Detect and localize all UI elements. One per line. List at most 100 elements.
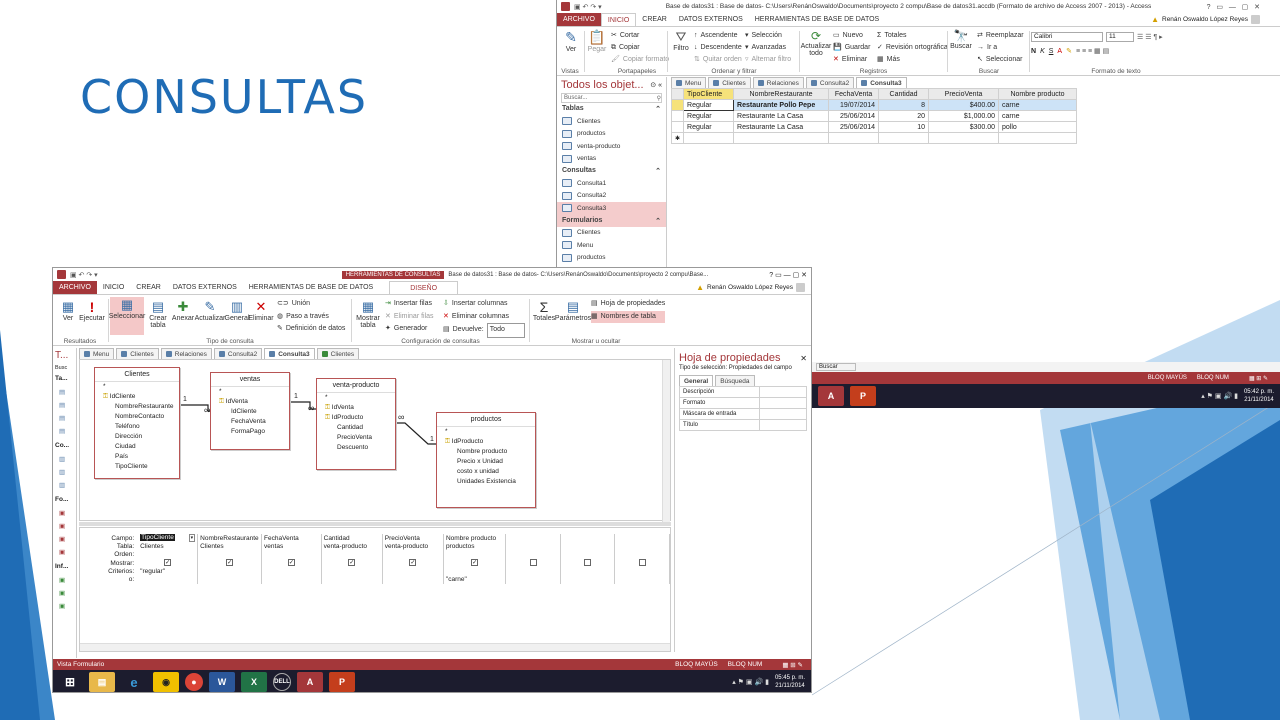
size-select[interactable]: 11	[1106, 32, 1134, 42]
font-select[interactable]: Calibri	[1031, 32, 1103, 42]
field-item[interactable]: Cantidad	[317, 423, 395, 433]
qbe-field-cell[interactable]	[505, 534, 561, 543]
table-box-ventas[interactable]: ventas * ⚿ IdVenta IdCliente FechaVenta …	[210, 372, 290, 450]
show-checkbox[interactable]: ✓	[409, 559, 417, 567]
field-item[interactable]: País	[95, 452, 179, 462]
nav-item-consulta1[interactable]: Consulta1	[557, 177, 666, 190]
field-item[interactable]: *	[437, 427, 535, 437]
field-item[interactable]: NombreRestaurante	[95, 402, 179, 412]
show-checkbox[interactable]: ✓	[226, 559, 234, 567]
doc-tab-relaciones[interactable]: Relaciones	[160, 348, 212, 359]
nav-section-formularios[interactable]: Fo...	[53, 494, 76, 505]
window-controls[interactable]: ? ▭ — ▢ ✕	[769, 271, 807, 279]
nav-item-ventas[interactable]: ventas	[557, 153, 666, 166]
tab-inicio[interactable]: INICIO	[600, 13, 637, 26]
nav-item-consulta2[interactable]: Consulta2	[557, 190, 666, 203]
reemplazar-button[interactable]: ⇄ Reemplazar	[977, 30, 1024, 42]
buscar-button[interactable]: 🔭 Buscar	[949, 29, 973, 50]
property-row[interactable]: Descripción	[679, 386, 807, 398]
filtro-button[interactable]: ⛛ Filtro	[670, 29, 692, 52]
chrome-icon[interactable]: ●	[185, 673, 203, 691]
nav-title[interactable]: T...	[53, 348, 76, 363]
qbe-table-cell[interactable]: ventas	[261, 542, 322, 551]
windows-start-icon[interactable]: ⊞	[57, 672, 83, 692]
field-item-key[interactable]: ⚿ IdCliente	[95, 392, 179, 402]
field-item[interactable]: *	[317, 393, 395, 403]
insertar-columnas-button[interactable]: ⇩ Insertar columnas	[443, 298, 525, 311]
nav-item-form-productos[interactable]: productos	[557, 252, 666, 265]
nav-item-productos[interactable]: productos	[557, 128, 666, 141]
field-item[interactable]: Precio x Unidad	[437, 457, 535, 467]
anexar-button[interactable]: ✚ Anexar	[171, 299, 195, 322]
definicion-button[interactable]: ✎ Definición de datos	[277, 323, 345, 336]
qbe-table-cell[interactable]: Clientes	[138, 542, 199, 551]
insertar-filas-button[interactable]: ⇥ Insertar filas	[385, 298, 434, 311]
field-item[interactable]: FormaPago	[211, 427, 289, 437]
qbe-table-cell[interactable]: Clientes	[197, 542, 263, 551]
general-button[interactable]: ▥ General	[225, 299, 250, 322]
actualizar-todo-button[interactable]: ⟳ Actualizar todo	[801, 29, 832, 57]
ejecutar-button[interactable]: ! Ejecutar	[79, 299, 105, 322]
tab-datos-externos[interactable]: DATOS EXTERNOS	[673, 13, 749, 26]
table-box-venta-producto[interactable]: venta-producto * ⚿ IdVenta ⚿ IdProducto …	[316, 378, 396, 470]
norton-icon[interactable]: ◉	[153, 672, 179, 692]
field-item[interactable]: Nombre producto	[437, 447, 535, 457]
nav-item-clientes[interactable]: Clientes	[557, 115, 666, 128]
eliminar-button[interactable]: ✕ Eliminar	[833, 54, 870, 66]
parametros-button[interactable]: ▤ Parámetros	[555, 299, 591, 322]
tab-datos-externos[interactable]: DATOS EXTERNOS	[167, 281, 243, 294]
seleccion-button[interactable]: ▾ Selección	[745, 30, 791, 42]
descendente-button[interactable]: ↓ Descendente	[694, 42, 742, 54]
seleccionar-button[interactable]: ▦ Seleccionar	[109, 297, 145, 335]
tab-busqueda[interactable]: Búsqueda	[715, 375, 755, 386]
tab-archivo[interactable]: ARCHIVO	[53, 281, 97, 294]
access-taskbar-icon[interactable]: A	[297, 672, 323, 692]
tab-crear[interactable]: CREAR	[636, 13, 673, 26]
field-item[interactable]: NombreContacto	[95, 412, 179, 422]
doc-tab-relaciones[interactable]: Relaciones	[752, 77, 804, 88]
copiar-button[interactable]: ⧉ Copiar	[611, 42, 669, 54]
qbe-table-cell[interactable]: productos	[443, 542, 507, 551]
nav-section-formularios[interactable]: Formularios ⌃	[557, 214, 666, 227]
ie-icon[interactable]: e	[121, 672, 147, 692]
tab-archivo[interactable]: ARCHIVO	[557, 13, 601, 26]
field-item-key[interactable]: ⚿ IdProducto	[437, 437, 535, 447]
property-row[interactable]: Máscara de entrada	[679, 408, 807, 420]
field-item-key[interactable]: ⚿ IdVenta	[211, 397, 289, 407]
ascendente-button[interactable]: ↑ Ascendente	[694, 30, 742, 42]
field-item[interactable]: IdCliente	[211, 407, 289, 417]
generador-button[interactable]: ✦ Generador	[385, 323, 434, 336]
nav-item-form-menu[interactable]: Menu	[557, 239, 666, 252]
table-row[interactable]: Regular Restaurante La Casa 25/06/2014 10 $3…	[670, 121, 1078, 133]
nav-section-consultas[interactable]: Co...	[53, 440, 76, 451]
save-icon[interactable]: ▣ ↶ ↷ ▾	[574, 3, 602, 11]
font-color-icon[interactable]: A	[1057, 48, 1062, 55]
field-item[interactable]: costo x unidad	[437, 467, 535, 477]
excel-icon[interactable]: X	[241, 672, 267, 692]
show-checkbox[interactable]: ✓	[348, 559, 356, 567]
qbe-field-cell[interactable]	[614, 534, 670, 543]
highlight-icon[interactable]: ✎	[1066, 47, 1072, 55]
doc-tab-clientes[interactable]: Clientes	[708, 77, 751, 88]
show-checkbox[interactable]: ✓	[287, 559, 295, 567]
col-tipocliente[interactable]: TipoCliente	[683, 88, 735, 100]
qbe-field-cell[interactable]: Cantidad	[321, 534, 383, 543]
powerpoint-taskbar-icon[interactable]: P	[329, 672, 355, 692]
splitter[interactable]	[79, 522, 671, 526]
qbe-field-cell[interactable]: TipoCliente ▾	[138, 534, 199, 543]
bold-icon[interactable]: N	[1031, 48, 1036, 55]
show-checkbox[interactable]: ✓	[471, 559, 479, 567]
eliminar-filas-button[interactable]: ✕ Eliminar filas	[385, 311, 434, 324]
paso-button[interactable]: ◍ Paso a través	[277, 311, 345, 324]
qbe-field-cell[interactable]: PrecioVenta	[382, 534, 444, 543]
quitar-orden-button[interactable]: ⇅ Quitar orden	[694, 54, 742, 66]
field-item[interactable]: Descuento	[317, 443, 395, 453]
table-box-productos[interactable]: productos * ⚿ IdProducto Nombre producto…	[436, 412, 536, 508]
underline-icon[interactable]: S	[1049, 48, 1054, 55]
qbe-field-cell[interactable]: FechaVenta	[261, 534, 322, 543]
mostrar-tabla-button[interactable]: ▦ Mostrar tabla	[353, 299, 383, 329]
crear-tabla-button[interactable]: ▤ Crear tabla	[146, 299, 170, 329]
col-nombre-producto[interactable]: Nombre producto	[998, 88, 1078, 100]
alternar-filtro-button[interactable]: ▿ Alternar filtro	[745, 54, 791, 66]
powerpoint-taskbar-icon[interactable]: P	[850, 386, 876, 406]
